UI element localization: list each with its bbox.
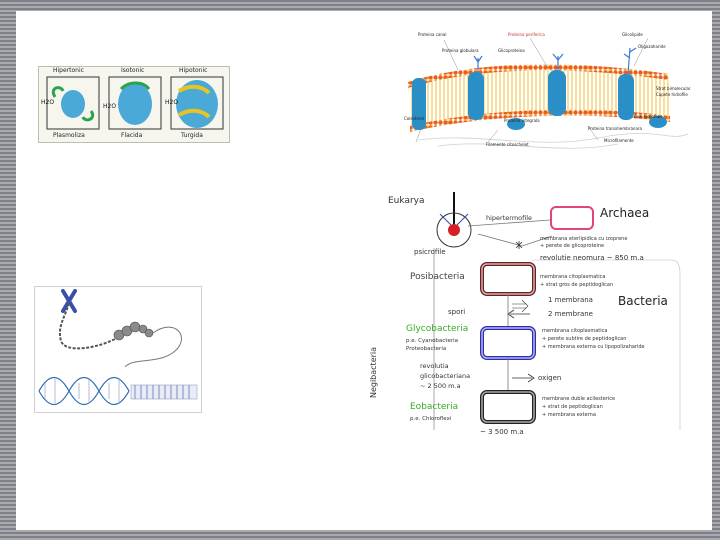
- eo-note-3: + membrana externa: [542, 412, 596, 418]
- membrane-label-n: Microfilamente: [604, 138, 634, 143]
- membrane-label-c: Proteina periferica: [508, 32, 545, 37]
- osmosis-cells-drawing: [46, 76, 224, 130]
- label-posibacteria: Posibacteria: [410, 272, 465, 282]
- osmosis-water-right: H2O: [165, 99, 179, 106]
- membrane-label-j: Colesterol: [404, 116, 425, 121]
- osmosis-state-plasmoliza: Plasmoliza: [53, 132, 85, 139]
- glyco-revolution-1: revolutia: [420, 362, 449, 370]
- membrane-label-l: Proteina transmembranara: [588, 126, 642, 131]
- label-psicrofile: psicrofile: [414, 248, 446, 256]
- osmosis-figure: Hipertonic Isotonic Hipotonic H2O H2O H2…: [38, 66, 230, 143]
- membrane-label-g: Strat bimolecular: [656, 86, 691, 91]
- label-spores: spori: [448, 308, 466, 316]
- membrane-label-f: Oligozaharide: [638, 44, 666, 49]
- membrane-label-b: Proteina globulara: [442, 48, 479, 53]
- membrane-label-i: Cozi hidrofobe: [634, 114, 663, 119]
- label-eukarya: Eukarya: [388, 196, 425, 206]
- archaea-note-1: membrana eterlipidica cu izoprene: [540, 236, 628, 242]
- osmosis-water-mid: H2O: [103, 103, 117, 110]
- archaea-frame: [550, 206, 594, 230]
- glyco-revolution-2: glicobacteriana: [420, 372, 471, 380]
- membrane-label-k: Proteina integrala: [504, 118, 540, 123]
- label-negibacteria: Negibacteria: [369, 346, 379, 399]
- glyco-note-1: membrana citoplasmatica: [542, 328, 608, 334]
- label-revolution-neomura: revolutie neomura ~ 850 m.a: [540, 254, 644, 262]
- membrane-label-d: Glicoproteina: [498, 48, 525, 53]
- eo-note-1: membrane duble acilesterice: [542, 396, 616, 402]
- glyco-note-2: + perete subtire de peptidoglican: [542, 336, 627, 342]
- membrane-label-m: Filamente citoschelet: [486, 142, 529, 147]
- eo-note-2: + strat de peptidoglican: [542, 404, 603, 410]
- label-hipertermofile: hipertermofile: [486, 214, 533, 222]
- membrane-label-a: Proteina canal: [418, 32, 447, 37]
- osmosis-state-flacida: Flacida: [121, 132, 143, 139]
- label-eobacteria: Eobacteria: [410, 402, 459, 412]
- eo-example: p.e. Chloroflexi: [410, 416, 452, 422]
- archaea-note-2: + perete de glicoproteine: [540, 243, 605, 249]
- glyco-example-2: Proteobacteria: [406, 346, 447, 352]
- label-bacteria: Bacteria: [618, 294, 668, 308]
- label-oxygen: oxigen: [538, 374, 562, 382]
- phylogeny-figure: Eukarya Archaea hipertermofile psicrofil…: [369, 190, 688, 440]
- posi-note-1: membrana citoplasmatica: [540, 274, 606, 280]
- membrane-figure: Proteina canal Proteina globulara Protei…: [398, 30, 691, 158]
- posi-note-2: + strat gros de peptidoglican: [540, 282, 614, 288]
- dna-drawing: [38, 289, 198, 406]
- label-archaea: Archaea: [600, 206, 650, 220]
- label-two-membranes: 2 membrane: [548, 310, 593, 318]
- glyco-note-3: + membrana externa cu lipopolizaharide: [542, 344, 645, 350]
- membrane-label-h: Capete hidrofile: [656, 92, 688, 97]
- label-age: ~ 3 500 m.a: [480, 428, 524, 436]
- glyco-example-1: p.e. Cyanobacteria: [406, 338, 459, 344]
- dna-figure: [34, 286, 202, 413]
- osmosis-state-turgida: Turgida: [181, 132, 203, 139]
- label-one-membrane: 1 membrana: [548, 296, 593, 304]
- glyco-revolution-3: ~ 2 500 m.a: [420, 382, 461, 390]
- membrane-label-e: Glicolipide: [622, 32, 643, 37]
- osmosis-water-left: H2O: [41, 99, 55, 106]
- label-glycobacteria: Glycobacteria: [406, 324, 469, 334]
